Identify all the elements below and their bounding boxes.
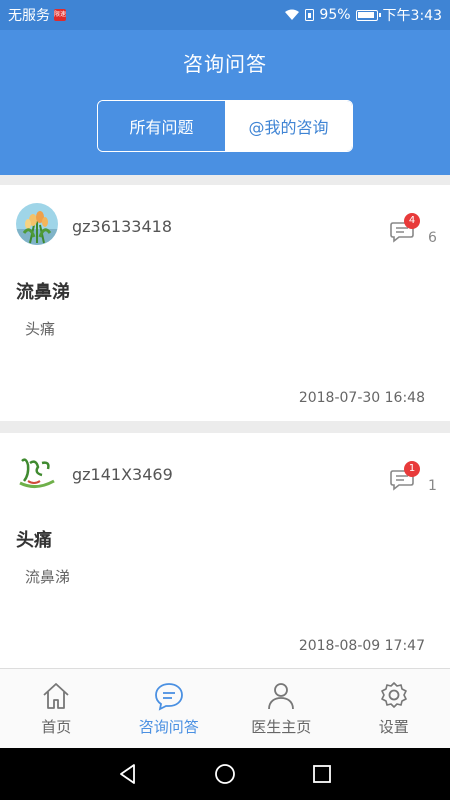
question-time: 2018-08-09 17:47 <box>298 638 425 654</box>
home-icon <box>43 683 69 709</box>
sim-icon: 限速 <box>54 9 66 21</box>
reply-count: 6 <box>428 230 437 246</box>
page-title: 咨询问答 <box>183 52 267 76</box>
question-card[interactable]: gz36133418 4 6 流鼻涕 头痛 2018-07-30 16:48 <box>0 185 450 421</box>
person-icon <box>268 683 295 710</box>
clock: 下午3:43 <box>382 8 442 24</box>
system-nav-bar <box>0 748 450 800</box>
username: gz141X3469 <box>72 465 173 484</box>
question-list: gz36133418 4 6 流鼻涕 头痛 2018-07-30 16:48 g… <box>0 185 450 681</box>
back-icon[interactable] <box>115 761 141 787</box>
question-card[interactable]: gz141X3469 1 1 头痛 流鼻涕 2018-08-09 17:47 <box>0 433 450 669</box>
tab-consult[interactable]: 咨询问答 <box>113 669 226 748</box>
tab-settings[interactable]: 设置 <box>338 669 450 748</box>
wifi-icon <box>285 9 300 20</box>
comment-icon[interactable]: 4 <box>390 213 420 243</box>
segment-all-questions[interactable]: 所有问题 <box>98 101 225 151</box>
recents-icon[interactable] <box>309 761 335 787</box>
tab-doctor[interactable]: 医生主页 <box>225 669 338 748</box>
chat-icon <box>154 683 183 711</box>
status-bar: 无服务 限速 95% 下午3:43 <box>0 0 450 30</box>
battery-icon <box>355 9 381 21</box>
question-body: 流鼻涕 <box>25 568 71 586</box>
battery-percent: 95% <box>319 7 351 23</box>
question-body: 头痛 <box>25 320 56 338</box>
tab-consult-label: 咨询问答 <box>138 718 199 736</box>
header: 咨询问答 所有问题 @我的咨询 <box>0 30 450 175</box>
reply-count: 1 <box>428 478 437 494</box>
avatar <box>16 451 58 493</box>
segment-control: 所有问题 @我的咨询 <box>97 100 353 152</box>
tab-home[interactable]: 首页 <box>0 669 113 748</box>
question-time: 2018-07-30 16:48 <box>298 390 425 406</box>
comment-icon[interactable]: 1 <box>390 461 420 491</box>
segment-my-consultations[interactable]: @我的咨询 <box>225 101 352 151</box>
sim-card-icon <box>305 9 315 21</box>
unread-badge: 4 <box>404 213 420 229</box>
tab-settings-label: 设置 <box>378 718 409 736</box>
question-title: 流鼻涕 <box>16 282 70 303</box>
question-title: 头痛 <box>16 530 52 551</box>
bottom-tab-bar: 首页 咨询问答 医生主页 设置 <box>0 668 450 748</box>
tab-home-label: 首页 <box>41 718 72 736</box>
carrier-text: 无服务 <box>8 8 50 24</box>
gear-icon <box>380 682 407 708</box>
tab-doctor-label: 医生主页 <box>251 718 312 736</box>
unread-badge: 1 <box>404 461 420 477</box>
home-button-icon[interactable] <box>212 761 238 787</box>
avatar <box>16 203 58 245</box>
username: gz36133418 <box>72 217 172 236</box>
